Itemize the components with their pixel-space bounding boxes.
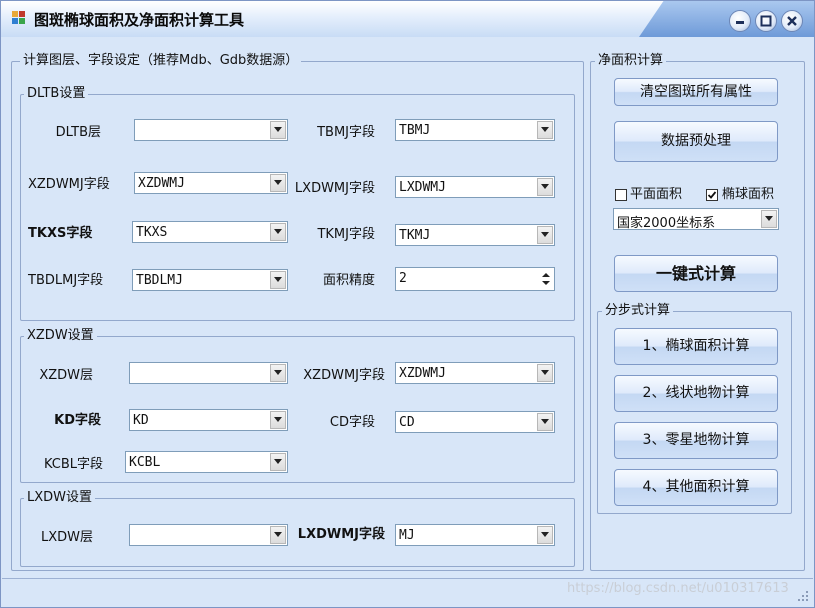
- dropdown-arrow-icon: [270, 121, 286, 139]
- tkxs-label: TKXS字段: [28, 226, 93, 241]
- lxdw-layer-label: LXDW层: [40, 530, 93, 545]
- plane-area-checkbox[interactable]: [615, 189, 627, 201]
- tkxs-value: TKXS: [136, 225, 168, 240]
- dltb-layer-combo[interactable]: [134, 119, 288, 141]
- tkmj-value: TKMJ: [399, 228, 431, 243]
- app-icon: [12, 11, 26, 25]
- lxdwmj-combo[interactable]: LXDWMJ: [395, 176, 555, 198]
- xzdw-layer-combo[interactable]: [129, 362, 288, 384]
- xzdw-xzdwmj-combo[interactable]: XZDWMJ: [395, 362, 555, 384]
- kcbl-combo[interactable]: KCBL: [125, 451, 288, 473]
- client-area: 计算图层、字段设定（推荐Mdb、Gdb数据源） DLTB设置 DLTB层 TBM…: [2, 37, 813, 607]
- tbdlmj-value: TBDLMJ: [136, 273, 183, 288]
- restore-icon: [760, 15, 772, 27]
- dropdown-arrow-icon: [537, 413, 553, 431]
- lxdw-layer-combo[interactable]: [129, 524, 288, 546]
- ellipsoid-area-checkbox[interactable]: [706, 189, 718, 201]
- area-precision-spinner[interactable]: 2: [395, 267, 555, 291]
- dropdown-arrow-icon: [270, 174, 286, 192]
- step2-linear-button[interactable]: 2、线状地物计算: [614, 375, 778, 412]
- kd-label: KD字段: [54, 413, 101, 428]
- dltb-settings-group: DLTB设置 DLTB层 TBMJ字段 TBMJ XZDWMJ字段 XZDWMJ…: [20, 86, 575, 321]
- close-button[interactable]: [781, 10, 803, 32]
- lxdw-lxdwmj-label: LXDWMJ字段: [297, 527, 385, 542]
- dropdown-arrow-icon: [537, 526, 553, 544]
- coord-system-combo[interactable]: 国家2000坐标系: [613, 208, 779, 231]
- tkxs-combo[interactable]: TKXS: [132, 221, 288, 243]
- lxdw-lxdwmj-combo[interactable]: MJ: [395, 524, 555, 546]
- cd-value: CD: [399, 415, 415, 430]
- tbdlmj-combo[interactable]: TBDLMJ: [132, 269, 288, 291]
- tkmj-combo[interactable]: TKMJ: [395, 224, 555, 246]
- step4-other-button[interactable]: 4、其他面积计算: [614, 469, 778, 506]
- xzdwmj-value: XZDWMJ: [138, 176, 185, 191]
- preprocess-button[interactable]: 数据预处理: [614, 121, 778, 162]
- dropdown-arrow-icon: [537, 364, 553, 382]
- step3-scattered-button[interactable]: 3、零星地物计算: [614, 422, 778, 459]
- dropdown-arrow-icon: [537, 121, 553, 139]
- minimize-button[interactable]: [729, 10, 751, 32]
- title-bar[interactable]: 图斑椭球面积及净面积计算工具: [1, 1, 814, 37]
- close-icon: [787, 16, 797, 26]
- xzdwmj-combo[interactable]: XZDWMJ: [134, 172, 288, 194]
- xzdw-layer-label: XZDW层: [39, 368, 93, 383]
- coord-system-value: 国家2000坐标系: [617, 216, 716, 231]
- lxdwmj-label: LXDWMJ字段: [294, 181, 375, 196]
- lxdw-settings-group: LXDW设置 LXDW层 LXDWMJ字段 MJ: [20, 490, 575, 567]
- xzdwmj-label: XZDWMJ字段: [28, 177, 110, 192]
- checkmark-icon: [707, 191, 717, 199]
- step-calc-group: 分步式计算 1、椭球面积计算 2、线状地物计算 3、零星地物计算 4、其他面积计…: [597, 303, 792, 514]
- one-click-calc-button[interactable]: 一键式计算: [614, 255, 778, 292]
- calc-settings-group: 计算图层、字段设定（推荐Mdb、Gdb数据源） DLTB设置 DLTB层 TBM…: [11, 53, 584, 571]
- cd-combo[interactable]: CD: [395, 411, 555, 433]
- net-area-group: 净面积计算 清空图斑所有属性 数据预处理 平面面积 椭球面积 国家2000坐标系…: [590, 53, 805, 571]
- dropdown-arrow-icon: [270, 223, 286, 241]
- xzdw-settings-title: XZDW设置: [24, 328, 97, 344]
- area-precision-label: 面积精度: [322, 273, 375, 288]
- tbmj-label: TBMJ字段: [317, 125, 375, 140]
- ellipsoid-area-label: 椭球面积: [722, 187, 775, 202]
- step-calc-title: 分步式计算: [602, 303, 674, 319]
- dropdown-arrow-icon: [761, 210, 777, 228]
- tbmj-combo[interactable]: TBMJ: [395, 119, 555, 141]
- kcbl-value: KCBL: [129, 455, 161, 470]
- dropdown-arrow-icon: [537, 226, 553, 244]
- plane-area-label: 平面面积: [630, 187, 683, 202]
- dltb-settings-title: DLTB设置: [24, 86, 89, 102]
- xzdw-xzdwmj-label: XZDWMJ字段: [303, 368, 385, 383]
- dropdown-arrow-icon: [270, 453, 286, 471]
- tbmj-value: TBMJ: [399, 123, 431, 138]
- kd-value: KD: [133, 413, 149, 428]
- lxdw-lxdwmj-value: MJ: [399, 528, 415, 543]
- kd-combo[interactable]: KD: [129, 409, 288, 431]
- restore-button[interactable]: [755, 10, 777, 32]
- tkmj-label: TKMJ字段: [317, 227, 375, 242]
- minimize-icon: [736, 21, 744, 24]
- step1-ellipsoid-button[interactable]: 1、椭球面积计算: [614, 328, 778, 365]
- clear-attributes-button[interactable]: 清空图斑所有属性: [614, 78, 778, 106]
- watermark: https://blog.csdn.net/u010317613: [567, 581, 789, 596]
- area-precision-value: 2: [399, 271, 407, 286]
- kcbl-label: KCBL字段: [43, 457, 103, 472]
- xzdw-settings-group: XZDW设置 XZDW层 XZDWMJ字段 XZDWMJ KD字段 KD CD字…: [20, 328, 575, 483]
- net-area-title: 净面积计算: [595, 53, 667, 69]
- size-grip-icon[interactable]: [797, 590, 809, 602]
- dropdown-arrow-icon: [270, 271, 286, 289]
- main-window: 图斑椭球面积及净面积计算工具 计算图层、字段设定（推荐Mdb、Gdb数据源） D…: [0, 0, 815, 608]
- dropdown-arrow-icon: [270, 411, 286, 429]
- window-title: 图斑椭球面积及净面积计算工具: [34, 11, 245, 29]
- dltb-layer-label: DLTB层: [55, 125, 101, 140]
- tbdlmj-label: TBDLMJ字段: [28, 273, 104, 288]
- xzdw-xzdwmj-value: XZDWMJ: [399, 366, 446, 381]
- lxdw-settings-title: LXDW设置: [24, 490, 96, 506]
- calc-settings-title: 计算图层、字段设定（推荐Mdb、Gdb数据源）: [20, 53, 302, 69]
- spin-arrows-icon[interactable]: [540, 270, 552, 288]
- lxdwmj-value: LXDWMJ: [399, 180, 446, 195]
- cd-label: CD字段: [329, 415, 375, 430]
- dropdown-arrow-icon: [537, 178, 553, 196]
